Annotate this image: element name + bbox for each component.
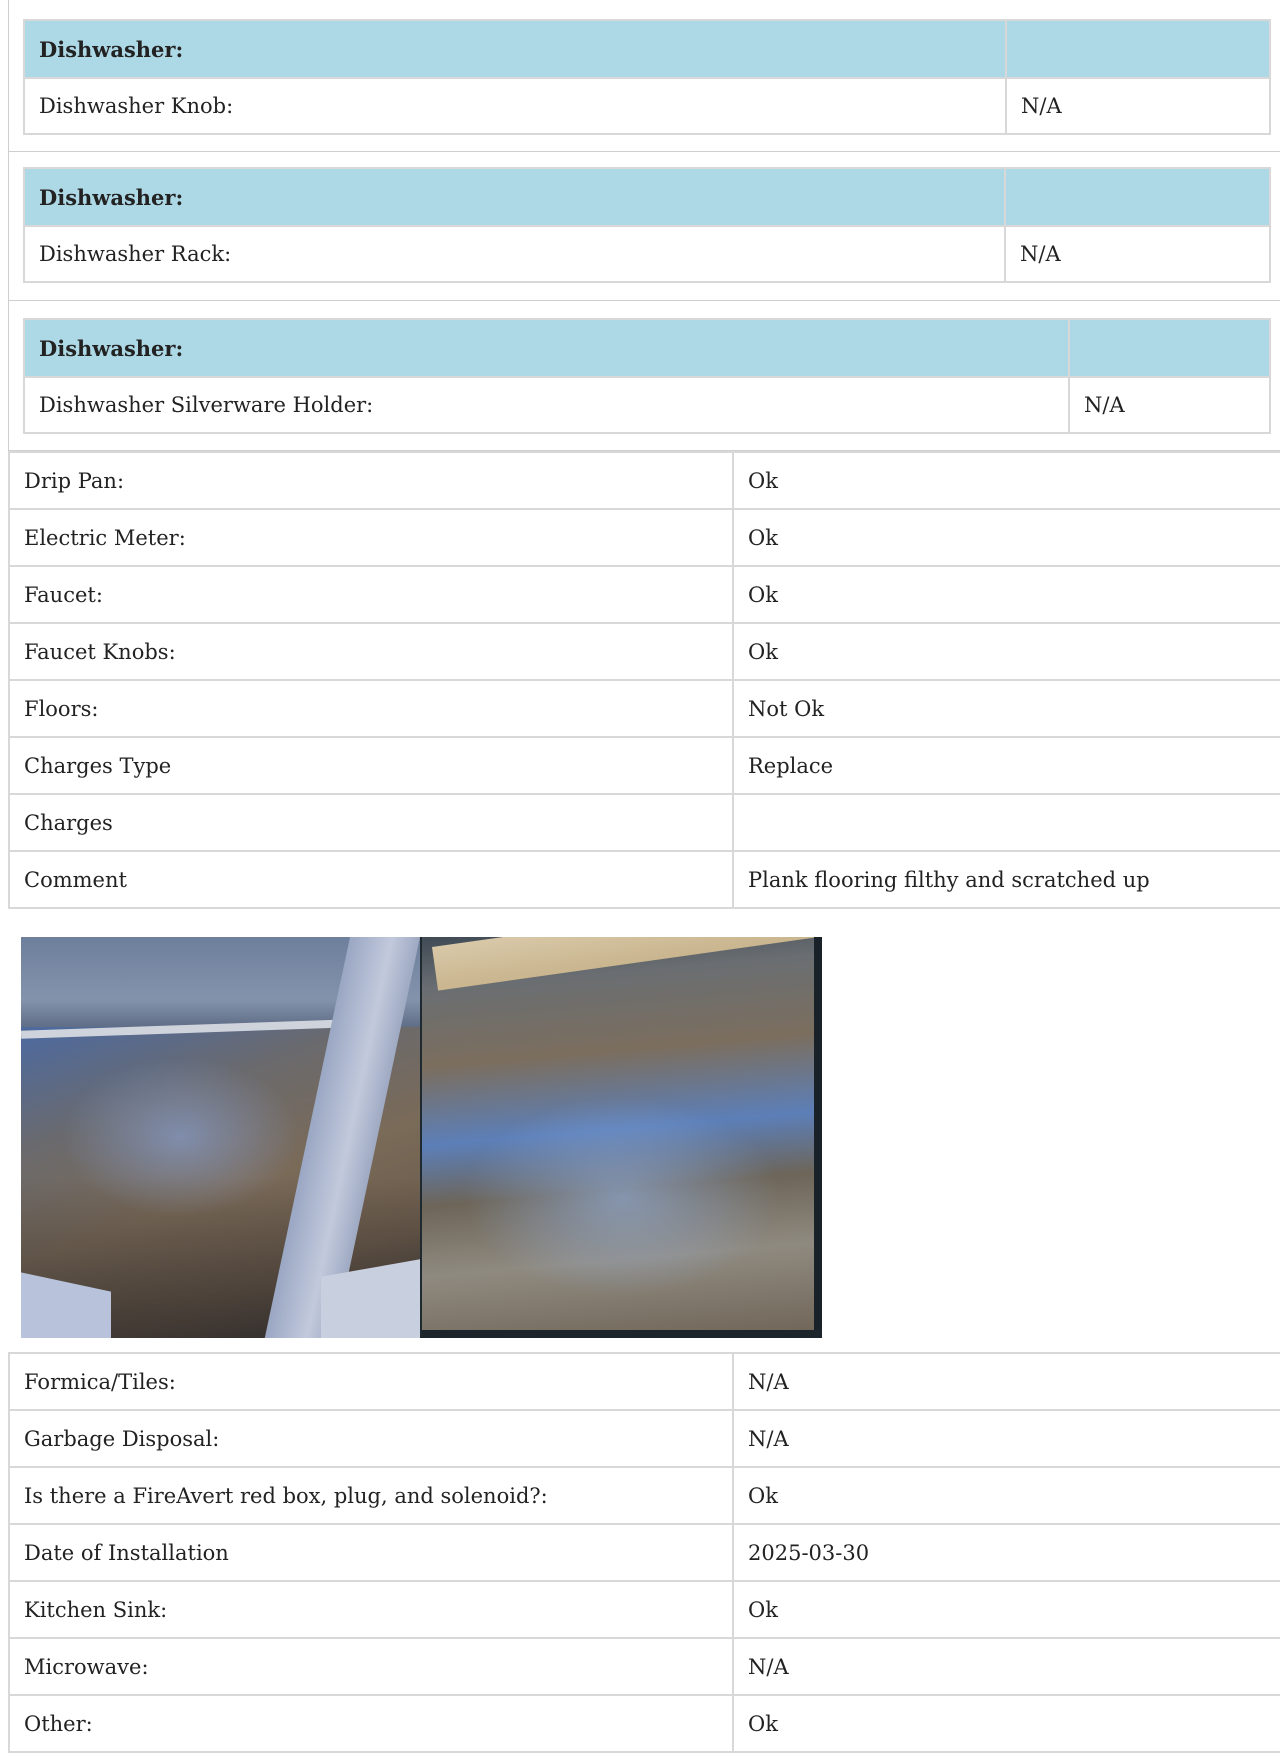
photo-detail xyxy=(432,937,815,991)
dishwasher-header-empty xyxy=(1005,19,1271,79)
table-row: Is there a FireAvert red box, plug, and … xyxy=(8,1466,1280,1525)
row-label: Comment xyxy=(8,850,733,909)
table-row: Microwave: N/A xyxy=(8,1637,1280,1696)
row-label: Floors: xyxy=(8,679,733,738)
inspection-table-upper: Drip Pan: Ok Electric Meter: Ok Faucet: … xyxy=(8,451,1280,909)
dishwasher-item-value: N/A xyxy=(1068,376,1271,434)
dishwasher-section-knob: Dishwasher: Dishwasher Knob: N/A xyxy=(8,0,1280,152)
floor-photo[interactable] xyxy=(420,937,822,1338)
dishwasher-item-row: Dishwasher Silverware Holder: N/A xyxy=(23,376,1271,434)
table-row: Faucet: Ok xyxy=(8,565,1280,624)
dishwasher-section-silverware: Dishwasher: Dishwasher Silverware Holder… xyxy=(8,301,1280,451)
dishwasher-header-row: Dishwasher: xyxy=(23,167,1271,227)
row-label: Garbage Disposal: xyxy=(8,1409,733,1468)
row-label: Microwave: xyxy=(8,1637,733,1696)
row-value: N/A xyxy=(732,1409,1280,1468)
photo-detail xyxy=(462,1097,782,1297)
table-row: Formica/Tiles: N/A xyxy=(8,1352,1280,1411)
dishwasher-item-label: Dishwasher Silverware Holder: xyxy=(23,376,1070,434)
inspection-report: Dishwasher: Dishwasher Knob: N/A Dishwas… xyxy=(0,0,1280,1758)
dishwasher-table: Dishwasher: Dishwasher Rack: N/A xyxy=(23,167,1271,283)
table-row: Kitchen Sink: Ok xyxy=(8,1580,1280,1639)
photo-detail xyxy=(21,1272,111,1338)
photo-detail xyxy=(422,1330,822,1338)
dishwasher-table: Dishwasher: Dishwasher Knob: N/A xyxy=(23,19,1271,135)
table-row: Date of Installation 2025-03-30 xyxy=(8,1523,1280,1582)
inspection-table-lower: Formica/Tiles: N/A Garbage Disposal: N/A… xyxy=(8,1352,1280,1753)
dishwasher-header: Dishwasher: xyxy=(23,19,1007,79)
photo-detail xyxy=(61,1057,301,1217)
row-label: Other: xyxy=(8,1694,733,1753)
dishwasher-item-value: N/A xyxy=(1005,77,1271,135)
photo-detail xyxy=(814,937,822,1338)
row-label: Charges Type xyxy=(8,736,733,795)
dishwasher-table: Dishwasher: Dishwasher Silverware Holder… xyxy=(23,318,1271,434)
floor-photos xyxy=(21,937,822,1338)
table-row: Drip Pan: Ok xyxy=(8,451,1280,510)
table-row: Garbage Disposal: N/A xyxy=(8,1409,1280,1468)
row-value: 2025-03-30 xyxy=(732,1523,1280,1582)
row-label: Kitchen Sink: xyxy=(8,1580,733,1639)
dishwasher-item-label: Dishwasher Knob: xyxy=(23,77,1007,135)
row-value: N/A xyxy=(732,1352,1280,1411)
dishwasher-header: Dishwasher: xyxy=(23,318,1070,378)
row-label: Faucet Knobs: xyxy=(8,622,733,681)
row-label: Drip Pan: xyxy=(8,451,733,510)
dishwasher-section-rack: Dishwasher: Dishwasher Rack: N/A xyxy=(8,152,1280,301)
row-value: Ok xyxy=(732,1466,1280,1525)
row-label: Electric Meter: xyxy=(8,508,733,567)
table-row: Comment Plank flooring filthy and scratc… xyxy=(8,850,1280,909)
table-row: Faucet Knobs: Ok xyxy=(8,622,1280,681)
row-value: Ok xyxy=(732,1694,1280,1753)
row-value: Ok xyxy=(732,622,1280,681)
row-value: N/A xyxy=(732,1637,1280,1696)
row-value: Ok xyxy=(732,1580,1280,1639)
dishwasher-header-empty xyxy=(1004,167,1271,227)
row-value: Ok xyxy=(732,451,1280,510)
dishwasher-item-label: Dishwasher Rack: xyxy=(23,225,1006,283)
row-value: Ok xyxy=(732,508,1280,567)
row-label: Formica/Tiles: xyxy=(8,1352,733,1411)
row-label: Date of Installation xyxy=(8,1523,733,1582)
table-row: Electric Meter: Ok xyxy=(8,508,1280,567)
row-label: Faucet: xyxy=(8,565,733,624)
dishwasher-header-row: Dishwasher: xyxy=(23,19,1271,79)
table-row: Charges Type Replace xyxy=(8,736,1280,795)
table-row: Charges xyxy=(8,793,1280,852)
dishwasher-header-row: Dishwasher: xyxy=(23,318,1271,378)
row-label: Is there a FireAvert red box, plug, and … xyxy=(8,1466,733,1525)
dishwasher-item-value: N/A xyxy=(1004,225,1271,283)
row-label: Charges xyxy=(8,793,733,852)
dishwasher-item-row: Dishwasher Rack: N/A xyxy=(23,225,1271,283)
dishwasher-header-empty xyxy=(1068,318,1271,378)
row-value: Not Ok xyxy=(732,679,1280,738)
row-value: Ok xyxy=(732,565,1280,624)
table-row: Floors: Not Ok xyxy=(8,679,1280,738)
dishwasher-item-row: Dishwasher Knob: N/A xyxy=(23,77,1271,135)
table-row: Other: Ok xyxy=(8,1694,1280,1753)
floor-photo[interactable] xyxy=(21,937,420,1338)
row-value: Replace xyxy=(732,736,1280,795)
row-value xyxy=(732,793,1280,852)
dishwasher-header: Dishwasher: xyxy=(23,167,1006,227)
row-value: Plank flooring filthy and scratched up xyxy=(732,850,1280,909)
